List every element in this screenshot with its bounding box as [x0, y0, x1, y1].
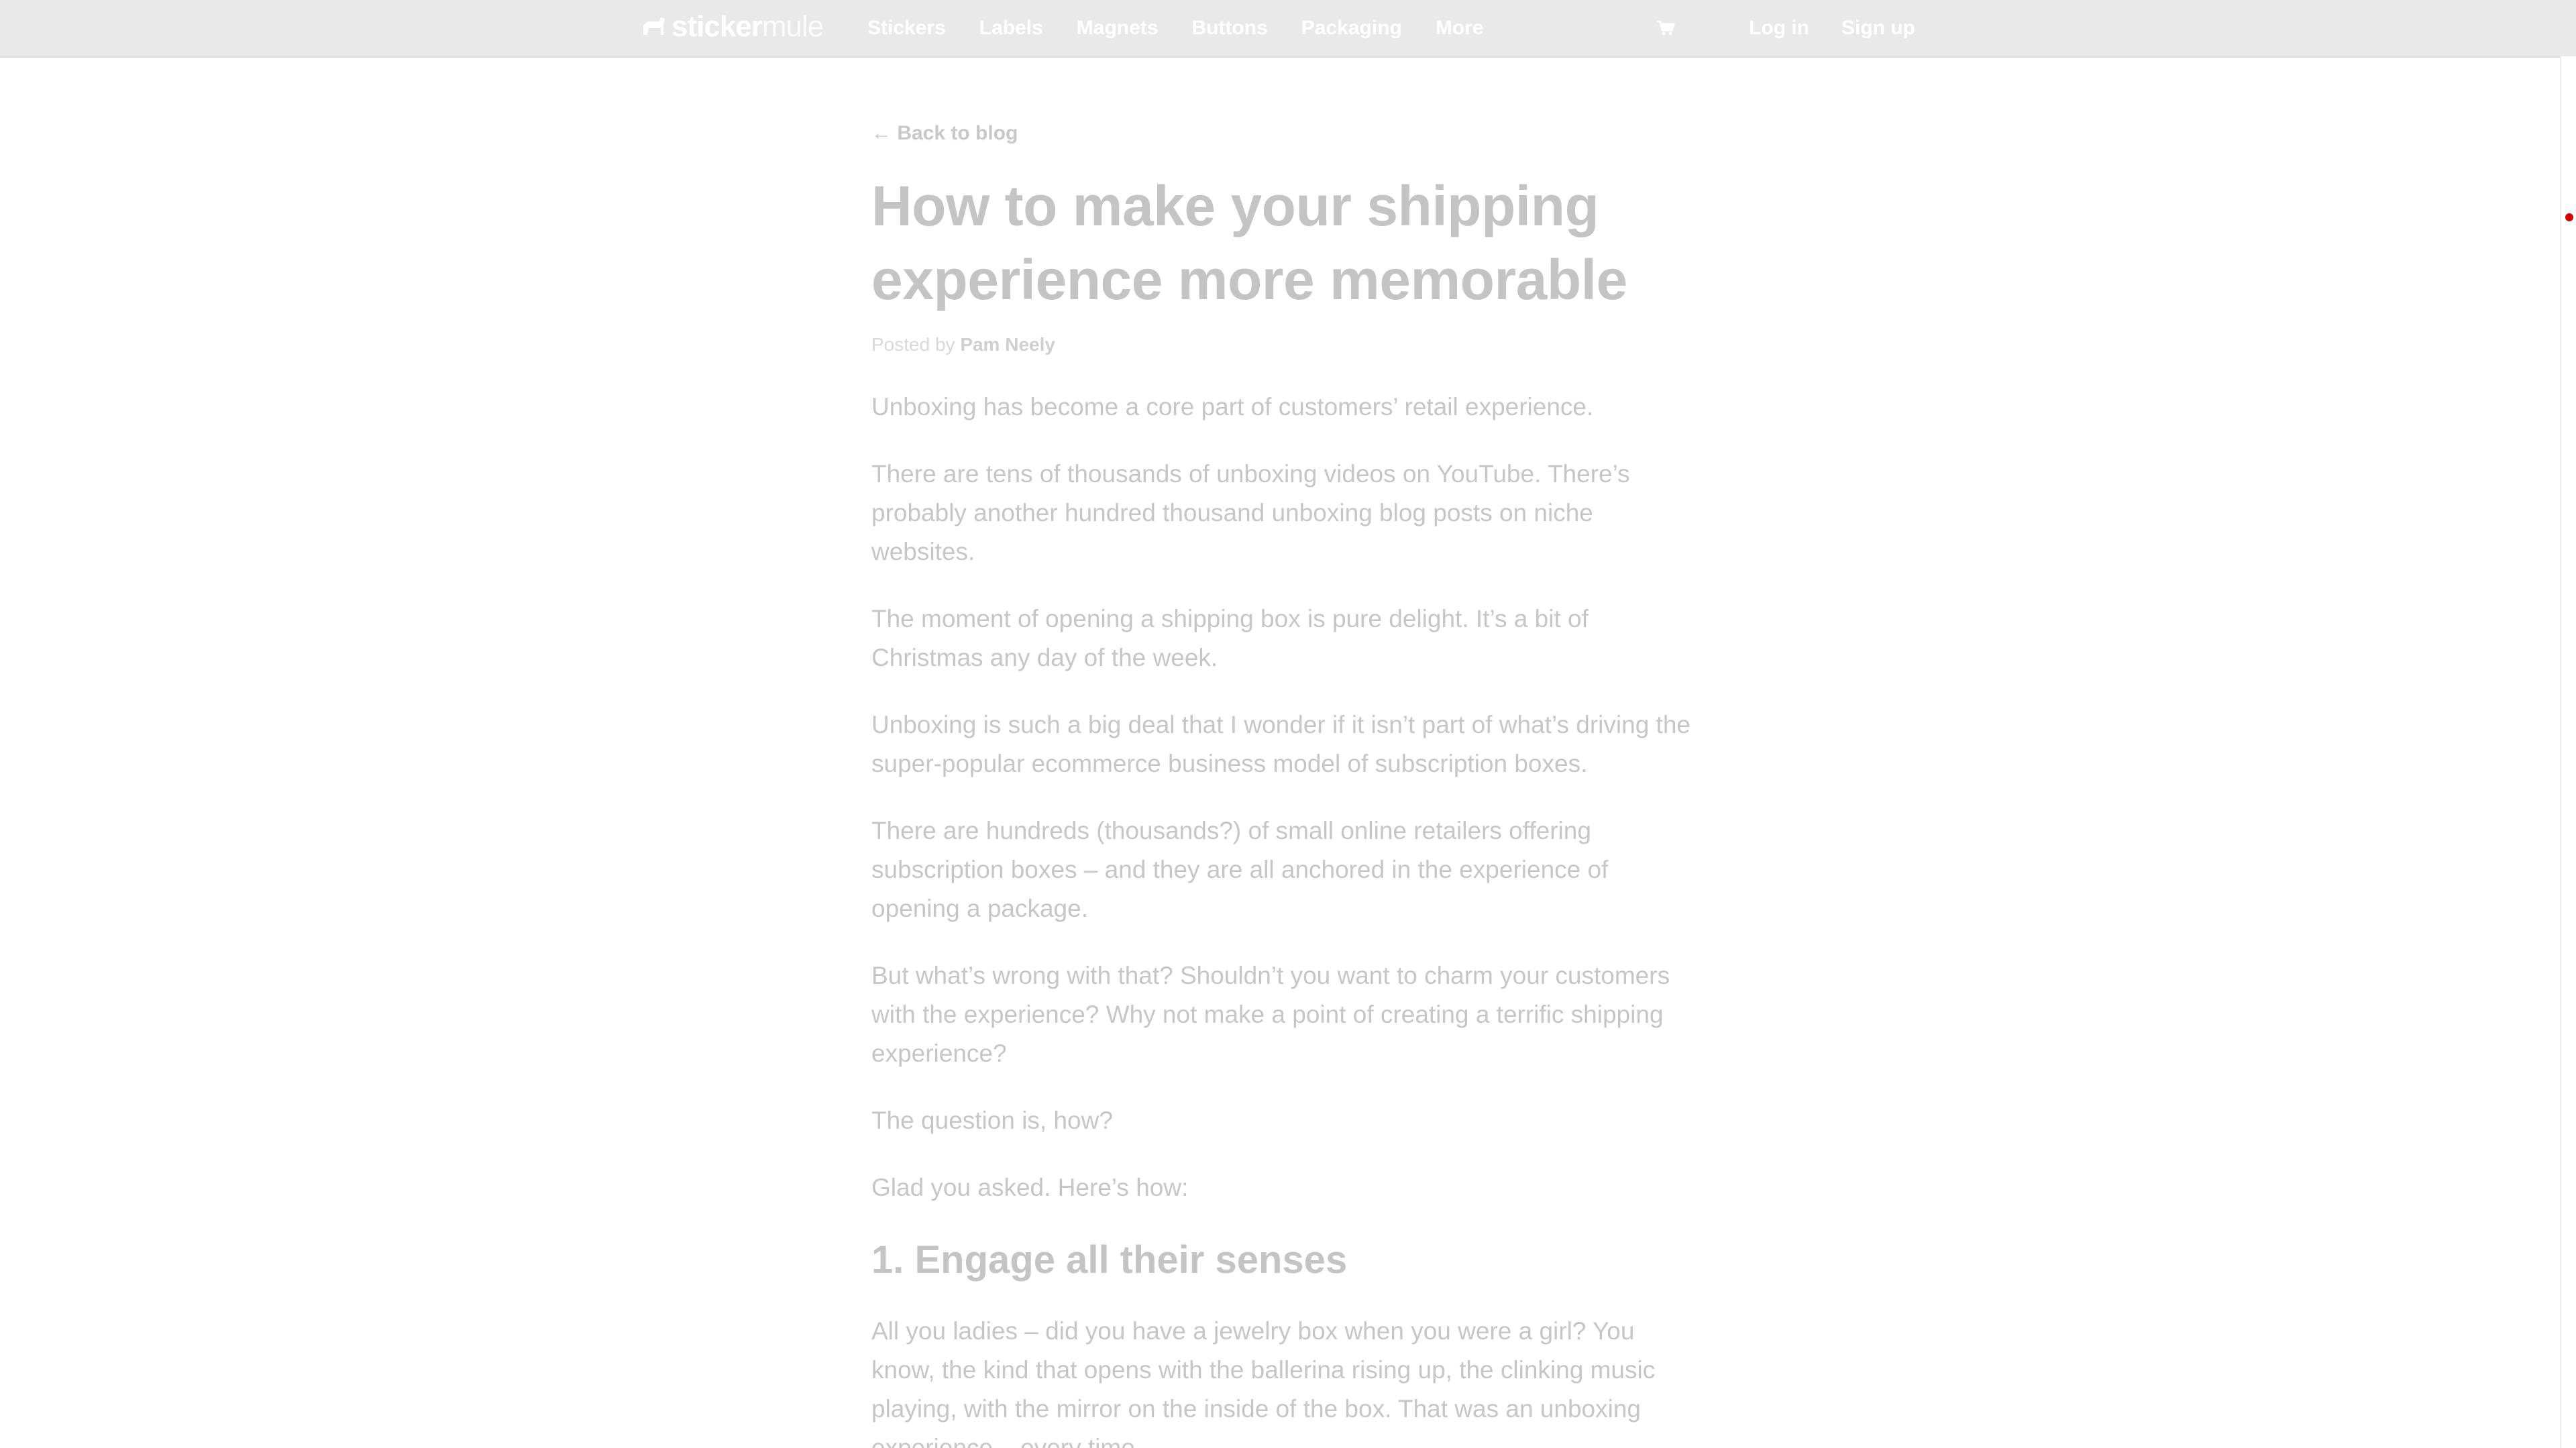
logo-text-mule: mule [761, 10, 824, 43]
cart-icon[interactable] [1656, 20, 1675, 36]
main-nav-links: Stickers Labels Magnets Buttons Packagin… [867, 0, 1517, 56]
sticker-mule-logo[interactable]: sticker mule [641, 9, 824, 44]
article-paragraph: The moment of opening a shipping box is … [871, 605, 1589, 671]
article-paragraph: The question is, how? [871, 1107, 1113, 1134]
nav-link-buttons[interactable]: Buttons [1191, 17, 1267, 40]
nav-link-more[interactable]: More [1436, 17, 1484, 40]
scroll-marker [2565, 213, 2573, 221]
article-paragraph: But what’s wrong with that? Shouldn’t yo… [871, 962, 1670, 1067]
back-to-blog-link[interactable]: ← Back to blog [871, 122, 1018, 145]
nav-inner: sticker mule Stickers Labels Magnets Butt… [641, 0, 1915, 56]
article-paragraph: There are hundreds (thousands?) of small… [871, 817, 1609, 922]
article-paragraph: Glad you asked. Here’s how: [871, 1174, 1189, 1201]
nav-link-stickers[interactable]: Stickers [867, 17, 946, 40]
author-link[interactable]: Pam Neely [960, 334, 1055, 355]
account-nav: Log in Sign up [1656, 0, 1915, 56]
section-heading: 1. Engage all their senses [871, 1238, 1348, 1282]
article-byline: Posted by Pam Neely [871, 334, 1703, 355]
logo-text-sticker: sticker [672, 10, 763, 43]
blog-article: ← Back to blog How to make your shipping… [871, 114, 1703, 1448]
nav-link-magnets[interactable]: Magnets [1077, 17, 1159, 40]
page: sticker mule Stickers Labels Magnets Butt… [0, 0, 2576, 1448]
article-paragraph: All you ladies – did you have a jewelry … [871, 1317, 1656, 1448]
article-title: How to make your shipping experience mor… [871, 174, 1627, 311]
mule-logo-icon [643, 17, 665, 35]
article-paragraph: Unboxing has become a core part of custo… [871, 393, 1594, 421]
scrollbar[interactable] [2560, 56, 2576, 1448]
article-paragraph: Unboxing is such a big deal that I wonde… [871, 711, 1690, 777]
nav-link-packaging[interactable]: Packaging [1301, 17, 1402, 40]
top-navigation-bar: sticker mule Stickers Labels Magnets Butt… [0, 0, 2576, 58]
article-paragraph: There are tens of thousands of unboxing … [871, 460, 1630, 565]
nav-link-labels[interactable]: Labels [979, 17, 1043, 40]
login-link[interactable]: Log in [1749, 17, 1809, 40]
signup-link[interactable]: Sign up [1841, 17, 1915, 40]
byline-prefix: Posted by [871, 334, 961, 355]
